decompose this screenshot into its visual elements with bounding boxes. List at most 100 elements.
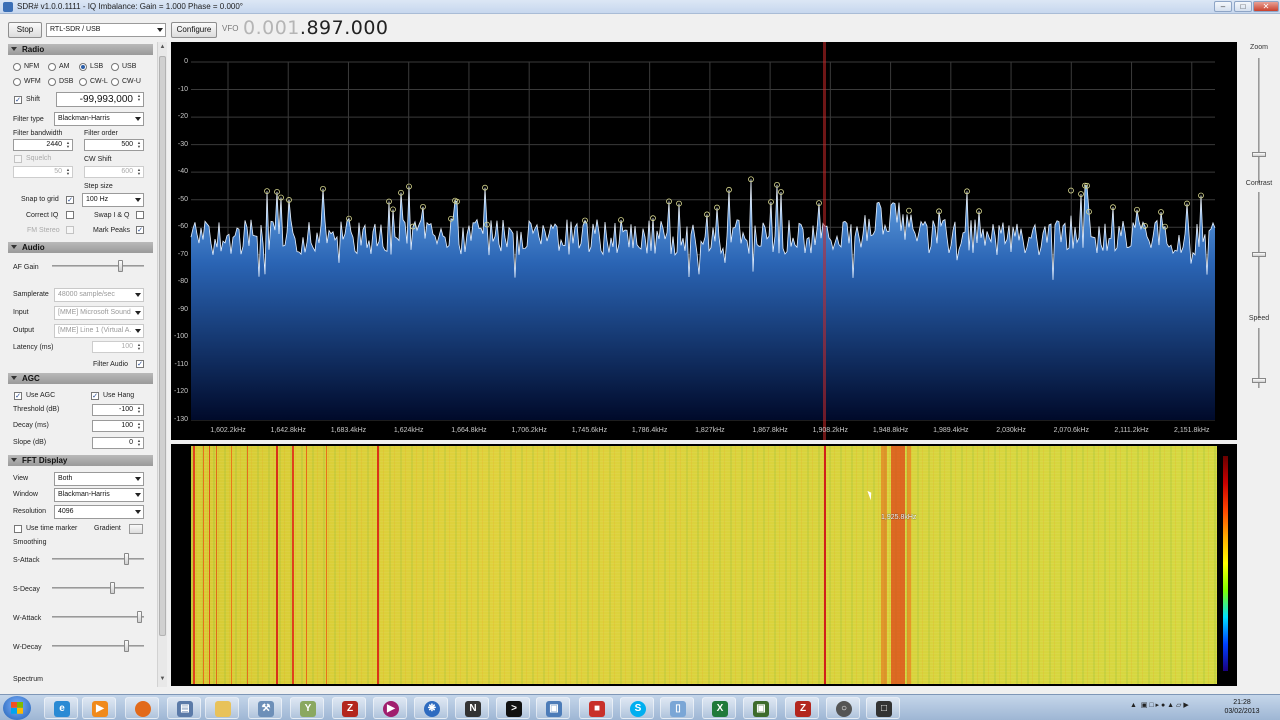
af-gain-slider[interactable] <box>52 259 144 273</box>
window-select[interactable]: Blackman-Harris <box>54 488 144 502</box>
scroll-up-icon[interactable]: ▲ <box>159 44 166 52</box>
system-tray-icons[interactable]: ▲ ▣ □ ▸ ● ▲ ▱ ▶ <box>1130 701 1189 709</box>
taskbar-app-20[interactable]: ○ <box>826 697 860 719</box>
cw-shift-input[interactable]: 600 ▲ ▼ <box>84 166 144 178</box>
filter-order-input[interactable]: 500 ▲ ▼ <box>84 139 144 151</box>
mode-radio-am[interactable] <box>48 63 56 71</box>
system-clock[interactable]: 21:28 03/02/2013 <box>1216 698 1268 716</box>
squelch-input[interactable]: 50 ▲ ▼ <box>13 166 73 178</box>
contrast-slider[interactable] <box>1252 192 1266 318</box>
use-hang-checkbox[interactable]: ✓ <box>91 392 99 400</box>
step-size-select[interactable]: 100 Hz <box>82 193 144 207</box>
close-button[interactable]: ✕ <box>1253 1 1279 12</box>
taskbar-app-18[interactable]: ▣ <box>743 697 777 719</box>
scroll-down-icon[interactable]: ▼ <box>159 676 166 684</box>
maximize-button[interactable]: □ <box>1234 1 1252 12</box>
taskbar-explorer[interactable] <box>205 697 239 719</box>
spinner-icon[interactable]: ▲ ▼ <box>136 141 142 149</box>
mode-radio-lsb[interactable] <box>79 63 87 71</box>
output-device-select[interactable]: [MME] Line 1 (Virtual A. <box>54 324 144 338</box>
mode-radio-cwl[interactable] <box>79 78 87 86</box>
w-attack-slider[interactable] <box>52 610 144 624</box>
taskbar-ie[interactable]: e <box>44 697 78 719</box>
squelch-checkbox[interactable] <box>14 155 22 163</box>
waterfall-display[interactable]: 1,925.8kHz <box>171 444 1237 686</box>
taskbar-excel[interactable]: X <box>702 697 736 719</box>
mode-radio-nfm[interactable] <box>13 63 21 71</box>
taskbar-app-10[interactable]: ❋ <box>414 697 448 719</box>
swap-iq-checkbox[interactable] <box>136 211 144 219</box>
s-decay-slider[interactable] <box>52 581 144 595</box>
threshold-input[interactable]: -100 ▲ ▼ <box>92 404 144 416</box>
s-attack-slider[interactable] <box>52 552 144 566</box>
zoom-slider-thumb[interactable] <box>1252 152 1266 157</box>
taskbar-media-player[interactable]: ▶ <box>82 697 116 719</box>
taskbar-app-7[interactable]: Y <box>290 697 324 719</box>
samplerate-select[interactable]: 48000 sample/sec <box>54 288 144 302</box>
taskbar-app-9[interactable]: ▶ <box>373 697 407 719</box>
gradient-button[interactable] <box>129 524 143 534</box>
spinner-icon[interactable]: ▲ ▼ <box>65 168 71 176</box>
snap-to-grid-checkbox[interactable]: ✓ <box>66 196 74 204</box>
audio-section-header[interactable]: Audio <box>8 242 153 253</box>
contrast-slider-thumb[interactable] <box>1252 252 1266 257</box>
view-select[interactable]: Both <box>54 472 144 486</box>
spinner-icon[interactable]: ▲ ▼ <box>136 343 142 351</box>
spectrum-analyzer[interactable]: 0 -10 -20 -30 -40 -50 -60 -70 -80 -90 -100 -110 -120… <box>171 42 1237 440</box>
taskbar-cmd[interactable]: > <box>496 697 530 719</box>
taskbar-app-6[interactable]: ⚒ <box>248 697 282 719</box>
taskbar-app-13[interactable]: ▣ <box>536 697 570 719</box>
spinner-icon[interactable]: ▲ ▼ <box>136 422 142 430</box>
speed-slider[interactable] <box>1252 328 1266 388</box>
use-agc-checkbox[interactable]: ✓ <box>14 392 22 400</box>
spinner-icon[interactable]: ▲ ▼ <box>136 94 142 102</box>
radio-section-header[interactable]: Radio <box>8 44 153 55</box>
taskbar-filezilla-2[interactable]: Z <box>785 697 819 719</box>
mode-radio-usb[interactable] <box>111 63 119 71</box>
spinner-icon[interactable]: ▲ ▼ <box>136 168 142 176</box>
stop-button[interactable]: Stop <box>8 22 42 38</box>
filter-audio-checkbox[interactable]: ✓ <box>136 360 144 368</box>
taskbar-sdrsharp[interactable]: □ <box>866 697 900 719</box>
decay-input[interactable]: 100 ▲ ▼ <box>92 420 144 432</box>
shift-checkbox[interactable]: ✓ <box>14 96 22 104</box>
shift-input[interactable]: -99,993,000 ▲ ▼ <box>56 92 144 107</box>
correct-iq-checkbox[interactable] <box>66 211 74 219</box>
taskbar-network[interactable]: ▤ <box>167 697 201 719</box>
time-marker-checkbox[interactable] <box>14 525 22 533</box>
agc-section-header[interactable]: AGC <box>8 373 153 384</box>
af-gain-slider-thumb[interactable] <box>118 260 123 272</box>
w-decay-slider-thumb[interactable] <box>124 640 129 652</box>
spinner-icon[interactable]: ▲ ▼ <box>136 439 142 447</box>
resolution-select[interactable]: 4096 <box>54 505 144 519</box>
taskbar-app-14[interactable]: ■ <box>579 697 613 719</box>
speed-slider-thumb[interactable] <box>1252 378 1266 383</box>
mark-peaks-checkbox[interactable]: ✓ <box>136 226 144 234</box>
taskbar-skype[interactable]: S <box>620 697 654 719</box>
vfo-frequency-display[interactable]: 0.001.897.000 <box>243 17 389 39</box>
mode-radio-dsb[interactable] <box>48 78 56 86</box>
mode-radio-cwu[interactable] <box>111 78 119 86</box>
taskbar-app-16[interactable]: ▯ <box>660 697 694 719</box>
slope-input[interactable]: 0 ▲ ▼ <box>92 437 144 449</box>
s-attack-slider-thumb[interactable] <box>124 553 129 565</box>
minimize-button[interactable]: – <box>1214 1 1232 12</box>
s-decay-slider-thumb[interactable] <box>110 582 115 594</box>
configure-button[interactable]: Configure <box>171 22 217 38</box>
zoom-slider[interactable] <box>1252 58 1266 183</box>
source-select[interactable]: RTL-SDR / USB <box>46 23 166 37</box>
spinner-icon[interactable]: ▲ ▼ <box>65 141 71 149</box>
filter-bandwidth-input[interactable]: 2440 ▲ ▼ <box>13 139 73 151</box>
taskbar-firefox[interactable] <box>125 697 159 719</box>
taskbar-filezilla[interactable]: Z <box>332 697 366 719</box>
filter-type-select[interactable]: Blackman-Harris <box>54 112 144 126</box>
spinner-icon[interactable]: ▲ ▼ <box>136 406 142 414</box>
fm-stereo-checkbox[interactable] <box>66 226 74 234</box>
latency-input[interactable]: 100 ▲ ▼ <box>92 341 144 353</box>
input-device-select[interactable]: [MME] Microsoft Sound <box>54 306 144 320</box>
mode-radio-wfm[interactable] <box>13 78 21 86</box>
w-attack-slider-thumb[interactable] <box>137 611 142 623</box>
w-decay-slider[interactable] <box>52 639 144 653</box>
start-button[interactable] <box>3 696 31 720</box>
taskbar-app-11[interactable]: N <box>455 697 489 719</box>
